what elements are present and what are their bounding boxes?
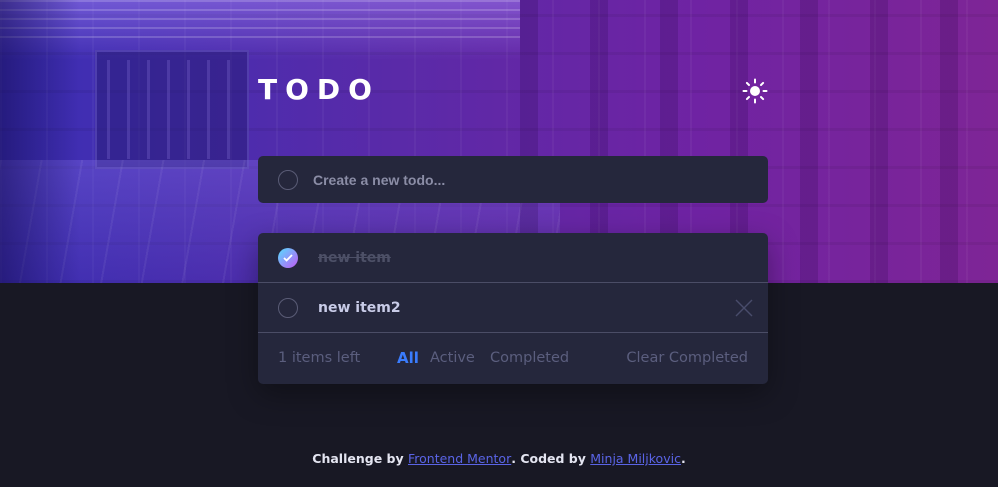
sun-icon[interactable] [742,78,768,104]
attribution-prefix: Challenge by [312,451,408,466]
filter-active[interactable]: Active [430,333,475,383]
filter-completed[interactable]: Completed [490,333,569,383]
todo-text: new item [318,250,391,266]
author-link[interactable]: Minja Miljkovic [590,451,681,466]
clear-completed-button[interactable]: Clear Completed [626,333,748,383]
checkmark-icon[interactable] [278,248,298,268]
todo-item[interactable]: new item [258,233,768,283]
attribution: Challenge by Frontend Mentor. Coded by M… [0,451,998,466]
filter-all[interactable]: All [397,333,419,383]
new-todo-circle-icon[interactable] [278,170,298,190]
attribution-middle: . Coded by [511,451,591,466]
list-footer: 1 items left All Active Completed Clear … [258,333,768,384]
app-header: TODO [258,72,768,108]
attribution-suffix: . [680,451,686,466]
todo-check-circle-icon[interactable] [278,298,298,318]
new-todo-input[interactable] [313,156,743,203]
todo-text: new item2 [318,300,401,316]
new-todo-form [258,156,768,203]
items-left-count: 1 items left [278,350,361,366]
frontend-mentor-link[interactable]: Frontend Mentor [408,451,511,466]
todo-list: new item new item2 1 items left All Acti… [258,233,768,384]
page-title: TODO [258,73,380,106]
close-icon[interactable] [734,298,754,318]
todo-item[interactable]: new item2 [258,283,768,333]
